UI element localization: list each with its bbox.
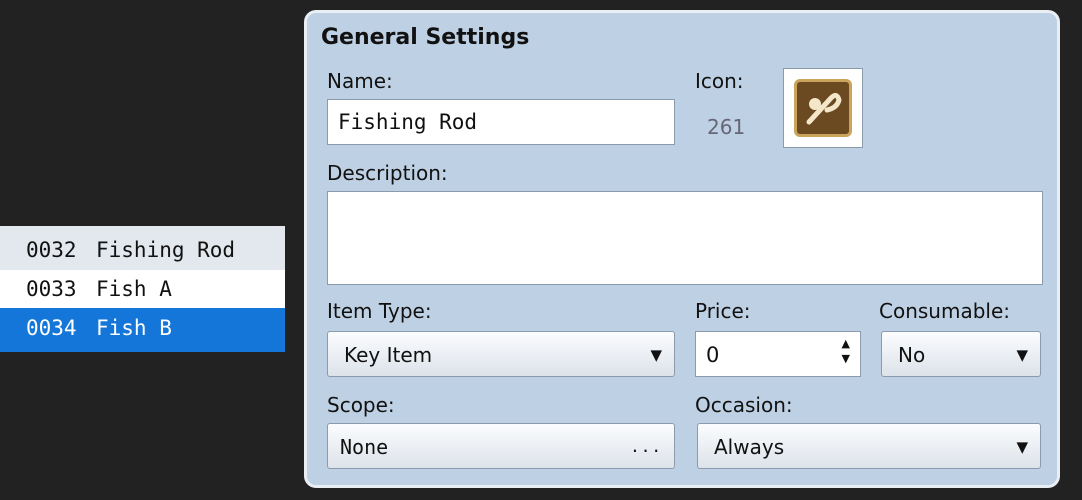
chevron-down-icon: ▼ xyxy=(1016,346,1028,364)
list-item-selected[interactable]: 0034 Fish B xyxy=(0,308,285,352)
consumable-label: Consumable: xyxy=(879,299,1011,323)
icon-picker[interactable] xyxy=(783,68,863,148)
occasion-label: Occasion: xyxy=(695,393,793,417)
chevron-down-icon: ▼ xyxy=(1016,438,1028,456)
scope-label: Scope: xyxy=(327,393,395,417)
section-title: General Settings xyxy=(321,25,530,50)
general-settings-panel: General Settings Name: Fishing Rod Icon:… xyxy=(304,10,1060,488)
description-textarea[interactable] xyxy=(327,191,1043,285)
name-label: Name: xyxy=(327,69,393,93)
price-spinner[interactable]: 0 ▲ ▼ xyxy=(695,331,861,377)
spinner-arrows-icon[interactable]: ▲ ▼ xyxy=(842,336,850,366)
item-type-select[interactable]: Key Item ▼ xyxy=(327,331,675,377)
occasion-value: Always xyxy=(714,435,785,459)
price-label: Price: xyxy=(695,299,751,323)
item-id: 0032 xyxy=(26,238,77,262)
price-value: 0 xyxy=(706,343,720,367)
list-item[interactable]: 0033 Fish A xyxy=(0,270,285,308)
occasion-select[interactable]: Always ▼ xyxy=(697,423,1041,469)
icon-label: Icon: xyxy=(695,69,744,93)
item-id: 0033 xyxy=(26,277,77,301)
icon-index: 261 xyxy=(707,115,746,139)
item-list[interactable]: 0032 Fishing Rod 0033 Fish A 0034 Fish B xyxy=(0,226,285,352)
item-type-label: Item Type: xyxy=(327,299,432,323)
item-type-value: Key Item xyxy=(344,343,433,367)
list-item[interactable]: 0032 Fishing Rod xyxy=(0,226,285,270)
chevron-down-icon: ▼ xyxy=(650,346,662,364)
description-label: Description: xyxy=(327,161,448,185)
scope-field[interactable]: None ... xyxy=(327,423,675,469)
consumable-select[interactable]: No ▼ xyxy=(881,331,1041,377)
consumable-value: No xyxy=(898,343,926,367)
scope-value: None xyxy=(340,435,389,459)
item-name: Fish A xyxy=(96,277,172,301)
name-input[interactable]: Fishing Rod xyxy=(327,99,675,145)
fishing-rod-icon xyxy=(794,79,852,137)
item-name: Fishing Rod xyxy=(96,238,236,262)
more-options-icon[interactable]: ... xyxy=(630,424,662,470)
item-id: 0034 xyxy=(26,316,77,340)
item-name: Fish B xyxy=(96,316,172,340)
